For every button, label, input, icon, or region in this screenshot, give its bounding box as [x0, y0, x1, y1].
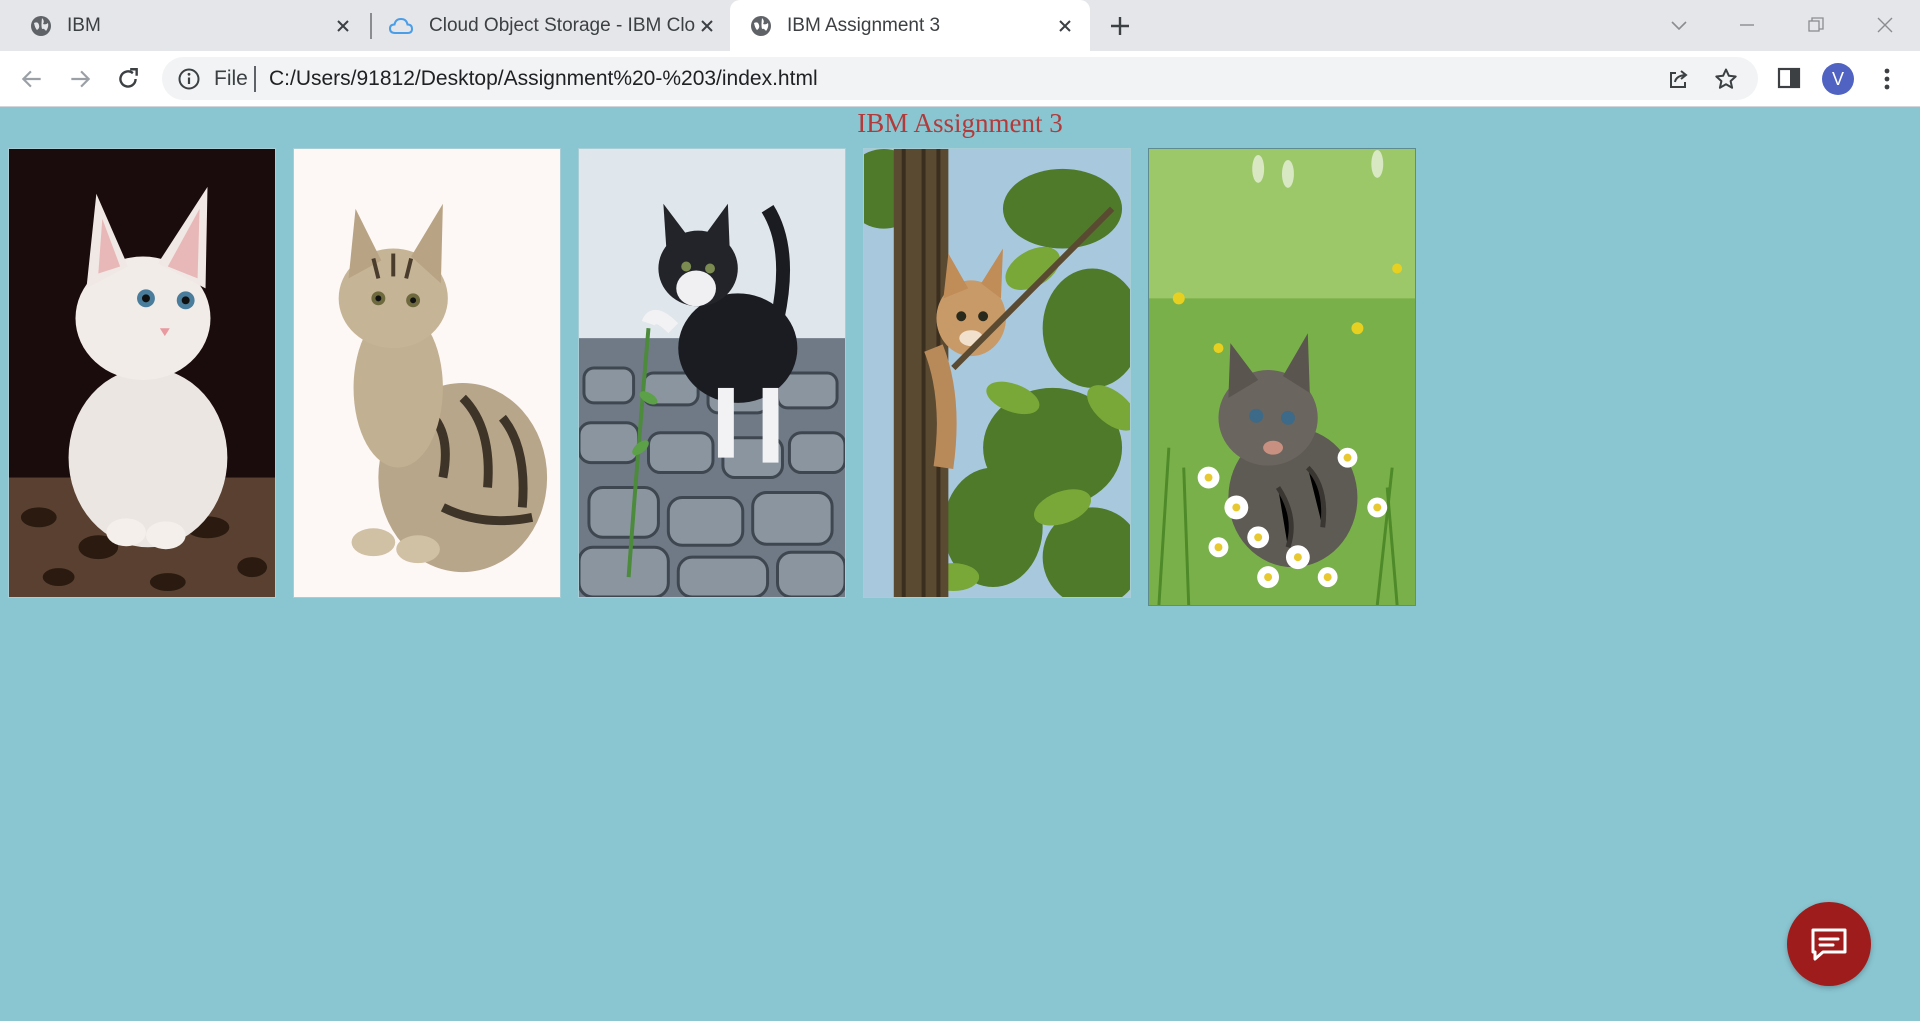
- profile-avatar[interactable]: V: [1822, 63, 1854, 95]
- close-window-button[interactable]: [1868, 8, 1902, 42]
- tab-title: IBM Assignment 3: [787, 14, 941, 36]
- side-panel-icon[interactable]: [1776, 65, 1802, 91]
- close-icon[interactable]: [332, 15, 354, 37]
- reload-icon: [119, 68, 138, 88]
- url-text[interactable]: C:/Users/91812/Desktop/Assignment%20-%20…: [269, 67, 818, 91]
- tab-title: IBM: [67, 14, 101, 36]
- forward-button[interactable]: [65, 64, 95, 94]
- restore-icon: [1808, 17, 1824, 32]
- chevron-down-icon: [1671, 21, 1687, 31]
- close-icon[interactable]: [1054, 15, 1076, 37]
- arrow-left-icon: [21, 70, 41, 88]
- page-title: IBM Assignment 3: [857, 108, 1063, 138]
- globe-icon: [750, 15, 772, 37]
- plus-icon: [1111, 17, 1129, 35]
- kitten-image-4: [863, 148, 1131, 598]
- kitten-image-1: [8, 148, 276, 598]
- address-divider: [254, 66, 256, 92]
- tab-cloud-object-storage[interactable]: Cloud Object Storage - IBM Clou: [360, 0, 732, 51]
- kitten-image-3: [578, 148, 846, 598]
- minimize-button[interactable]: [1730, 8, 1764, 42]
- back-button[interactable]: [17, 64, 47, 94]
- kitten-image-2: [293, 148, 561, 598]
- tab-title: Cloud Object Storage - IBM Clou: [429, 14, 696, 36]
- bookmark-star-icon[interactable]: [1714, 67, 1738, 91]
- chat-icon: [1811, 928, 1847, 961]
- info-icon[interactable]: [177, 67, 201, 91]
- kitten-image-5: [1148, 148, 1416, 606]
- reload-button[interactable]: [113, 64, 143, 94]
- cloud-icon: [388, 15, 414, 37]
- close-icon: [1877, 17, 1893, 33]
- url-scheme-label: File: [214, 67, 248, 90]
- tab-strip: IBM Cloud Object Storage - IBM Clou IBM …: [0, 0, 1920, 51]
- address-bar[interactable]: File C:/Users/91812/Desktop/Assignment%2…: [162, 57, 1758, 100]
- restore-button[interactable]: [1799, 8, 1833, 42]
- tab-search-button[interactable]: [1662, 8, 1696, 42]
- chat-button[interactable]: [1787, 902, 1871, 986]
- globe-icon: [30, 15, 52, 37]
- browser-toolbar: File C:/Users/91812/Desktop/Assignment%2…: [0, 51, 1920, 107]
- arrow-right-icon: [71, 70, 91, 88]
- new-tab-button[interactable]: [1106, 12, 1134, 40]
- tab-ibm[interactable]: IBM: [0, 0, 368, 51]
- close-icon[interactable]: [696, 15, 718, 37]
- tab-ibm-assignment-3[interactable]: IBM Assignment 3: [730, 0, 1090, 51]
- more-menu-icon[interactable]: [1875, 64, 1899, 94]
- share-icon[interactable]: [1666, 67, 1690, 91]
- minimize-icon: [1740, 24, 1754, 26]
